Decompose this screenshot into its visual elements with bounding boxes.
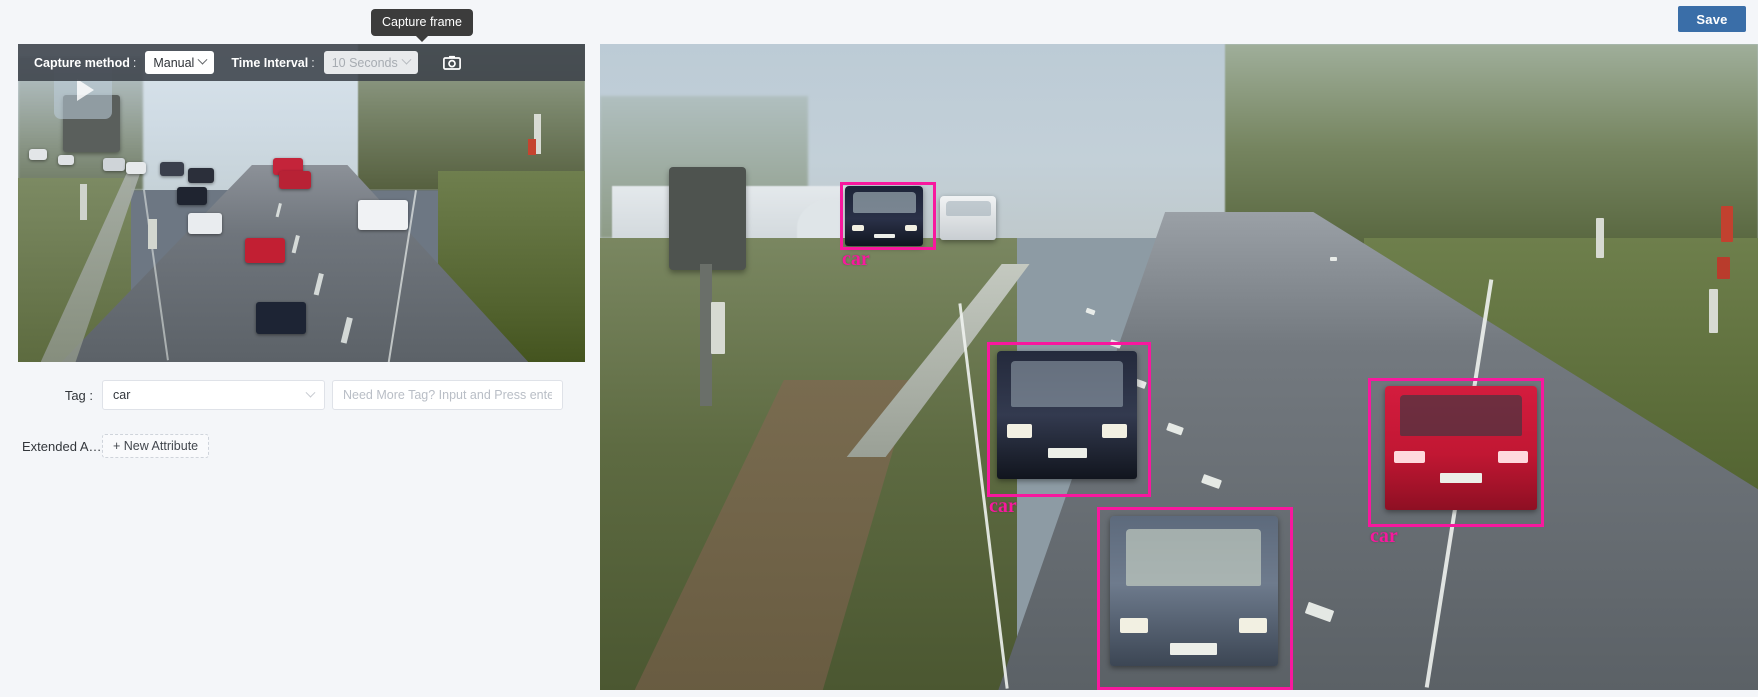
bounding-box-layer: car car car car bbox=[600, 44, 1758, 690]
bounding-box-label: car bbox=[842, 248, 870, 270]
capture-method-select[interactable]: Manual bbox=[145, 51, 215, 74]
bounding-box-label: car bbox=[1370, 525, 1398, 547]
capture-method-value: Manual bbox=[153, 55, 195, 70]
tooltip-arrow-icon bbox=[415, 36, 428, 42]
video-preview-panel[interactable]: Capture method : Manual Time Interval : … bbox=[18, 44, 585, 362]
chevron-down-icon bbox=[401, 54, 412, 65]
capture-method-colon: : bbox=[132, 55, 137, 70]
annotation-image-panel[interactable]: car car car car bbox=[600, 44, 1758, 690]
extended-attributes-row: Extended Attri… + New Attribute bbox=[0, 434, 210, 458]
chevron-down-icon bbox=[305, 387, 316, 398]
chevron-down-icon bbox=[197, 54, 208, 65]
time-interval-value: 10 Seconds bbox=[331, 55, 398, 70]
top-bar: Save bbox=[0, 0, 1758, 38]
bounding-box-label: car bbox=[989, 495, 1017, 517]
capture-toolbar: Capture method : Manual Time Interval : … bbox=[18, 44, 585, 81]
time-interval-label: Time Interval bbox=[231, 55, 309, 70]
tag-label: Tag : bbox=[64, 387, 93, 403]
bounding-box-label: car bbox=[1099, 687, 1127, 690]
save-button[interactable]: Save bbox=[1678, 6, 1746, 32]
bounding-box[interactable]: car bbox=[1368, 378, 1544, 546]
camera-icon bbox=[442, 55, 461, 70]
tag-selected-value: car bbox=[113, 388, 131, 402]
extended-attributes-label: Extended Attri… bbox=[22, 438, 102, 454]
tag-row: Tag : car bbox=[0, 379, 585, 411]
new-attribute-button[interactable]: + New Attribute bbox=[102, 434, 210, 458]
tooltip-text: Capture frame bbox=[382, 15, 462, 29]
time-interval-select[interactable]: 10 Seconds bbox=[323, 51, 418, 74]
tag-select[interactable]: car bbox=[102, 380, 325, 410]
capture-frame-button[interactable] bbox=[439, 51, 465, 75]
time-interval-colon: : bbox=[311, 55, 315, 70]
capture-frame-tooltip: Capture frame bbox=[371, 9, 473, 42]
bounding-box[interactable]: car bbox=[1097, 507, 1293, 690]
play-icon bbox=[77, 79, 94, 101]
bounding-box[interactable]: car bbox=[987, 342, 1151, 516]
bounding-box[interactable]: car bbox=[840, 182, 936, 269]
new-tag-input[interactable] bbox=[332, 380, 563, 410]
annotation-editor-page: Save Capture frame Capture method: Manu… bbox=[0, 0, 1758, 697]
capture-method-label: Capture method bbox=[34, 55, 130, 70]
